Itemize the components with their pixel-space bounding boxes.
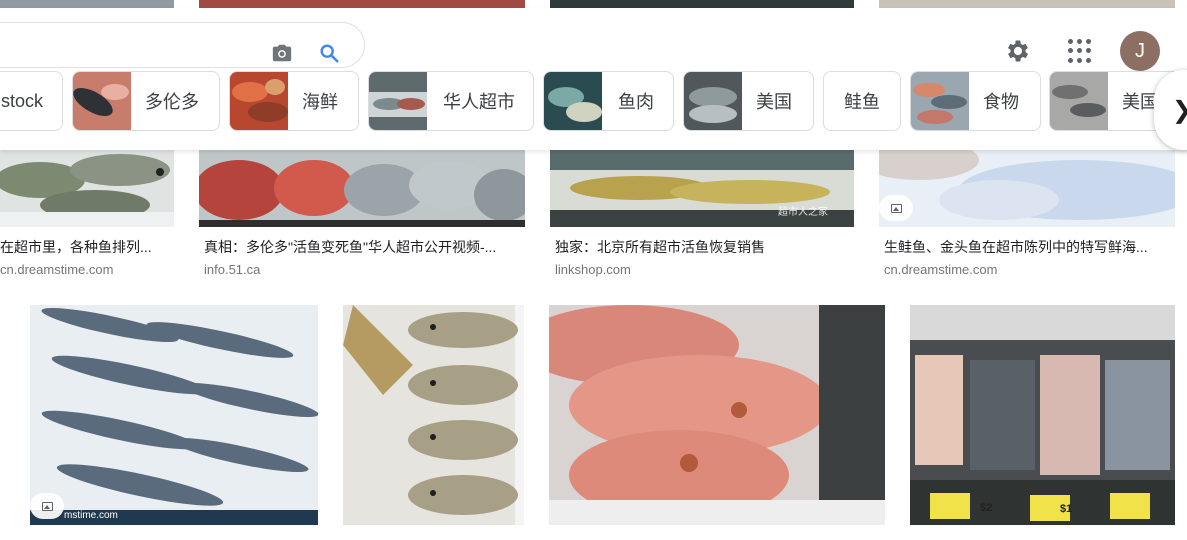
chip-label: 鲑鱼 <box>844 92 880 112</box>
result-image-red-fish[interactable] <box>199 150 525 227</box>
result-title[interactable]: 真相：多伦多"活鱼变死鱼"华人超市公开视频-... <box>204 238 525 256</box>
result-image-market-fridge[interactable]: $2 $1 <box>910 305 1175 525</box>
chip-stock[interactable]: stock <box>0 71 63 131</box>
watermark-text: 超市人之家 <box>778 207 828 218</box>
chip-thumbnail <box>544 72 602 130</box>
search-input[interactable] <box>0 22 365 68</box>
camera-icon[interactable] <box>271 42 293 64</box>
gear-icon[interactable] <box>1004 37 1032 65</box>
chip-fish-meat[interactable]: 鱼肉 <box>543 71 674 131</box>
chip-label: 美国 <box>1122 92 1158 112</box>
chip-seafood[interactable]: 海鲜 <box>229 71 359 131</box>
chip-chinese-supermarket[interactable]: 华人超市 <box>368 71 534 131</box>
chip-label: 多伦多 <box>145 92 199 112</box>
chip-thumbnail <box>73 72 131 130</box>
result-image-mackerel[interactable]: mstime.com <box>30 305 318 525</box>
apps-grid-icon[interactable] <box>1068 39 1092 63</box>
chip-thumbnail <box>684 72 742 130</box>
chip-toronto[interactable]: 多伦多 <box>72 71 220 131</box>
chip-thumbnail <box>911 72 969 130</box>
chip-label: stock <box>1 90 44 111</box>
result-title[interactable]: 在超市里，各种鱼排列... <box>0 238 172 256</box>
chip-label: 华人超市 <box>443 92 515 112</box>
chip-label: 食物 <box>983 92 1019 112</box>
image-badge-icon <box>30 493 64 519</box>
image-badge-icon <box>879 195 913 221</box>
result-image-salmon-display[interactable] <box>879 150 1175 227</box>
result-title[interactable]: 独家：北京所有超市活鱼恢复销售 <box>555 238 854 256</box>
price-tag-text: $2 <box>980 502 993 514</box>
search-icon[interactable] <box>318 42 340 64</box>
chip-label: 鱼肉 <box>618 92 654 112</box>
result-source[interactable]: info.51.ca <box>204 262 404 278</box>
result-source[interactable]: cn.dreamstime.com <box>884 262 1084 278</box>
chevron-right-icon: ❯ <box>1172 96 1187 125</box>
result-title[interactable]: 生鲑鱼、金头鱼在超市陈列中的特写鲜海... <box>884 238 1175 256</box>
chip-usa[interactable]: 美国 <box>683 71 814 131</box>
result-image-trout[interactable] <box>343 305 524 525</box>
avatar[interactable]: J <box>1120 31 1160 71</box>
chip-salmon[interactable]: 鲑鱼 <box>823 71 901 131</box>
chip-thumbnail <box>1050 72 1108 130</box>
chip-label: 美国 <box>756 92 792 112</box>
result-image-red-snapper[interactable] <box>549 305 885 525</box>
chip-food[interactable]: 食物 <box>910 71 1041 131</box>
price-tag-text: $1 <box>1060 503 1073 515</box>
chip-thumbnail <box>230 72 288 130</box>
result-image-fish-ice[interactable] <box>0 150 174 227</box>
watermark-text: mstime.com <box>64 510 118 521</box>
result-source[interactable]: cn.dreamstime.com <box>0 262 172 278</box>
chip-thumbnail <box>369 72 427 130</box>
result-source[interactable]: linkshop.com <box>555 262 755 278</box>
chip-label: 海鲜 <box>302 92 338 112</box>
result-image-market-counter[interactable]: 超市人之家 <box>550 150 854 227</box>
